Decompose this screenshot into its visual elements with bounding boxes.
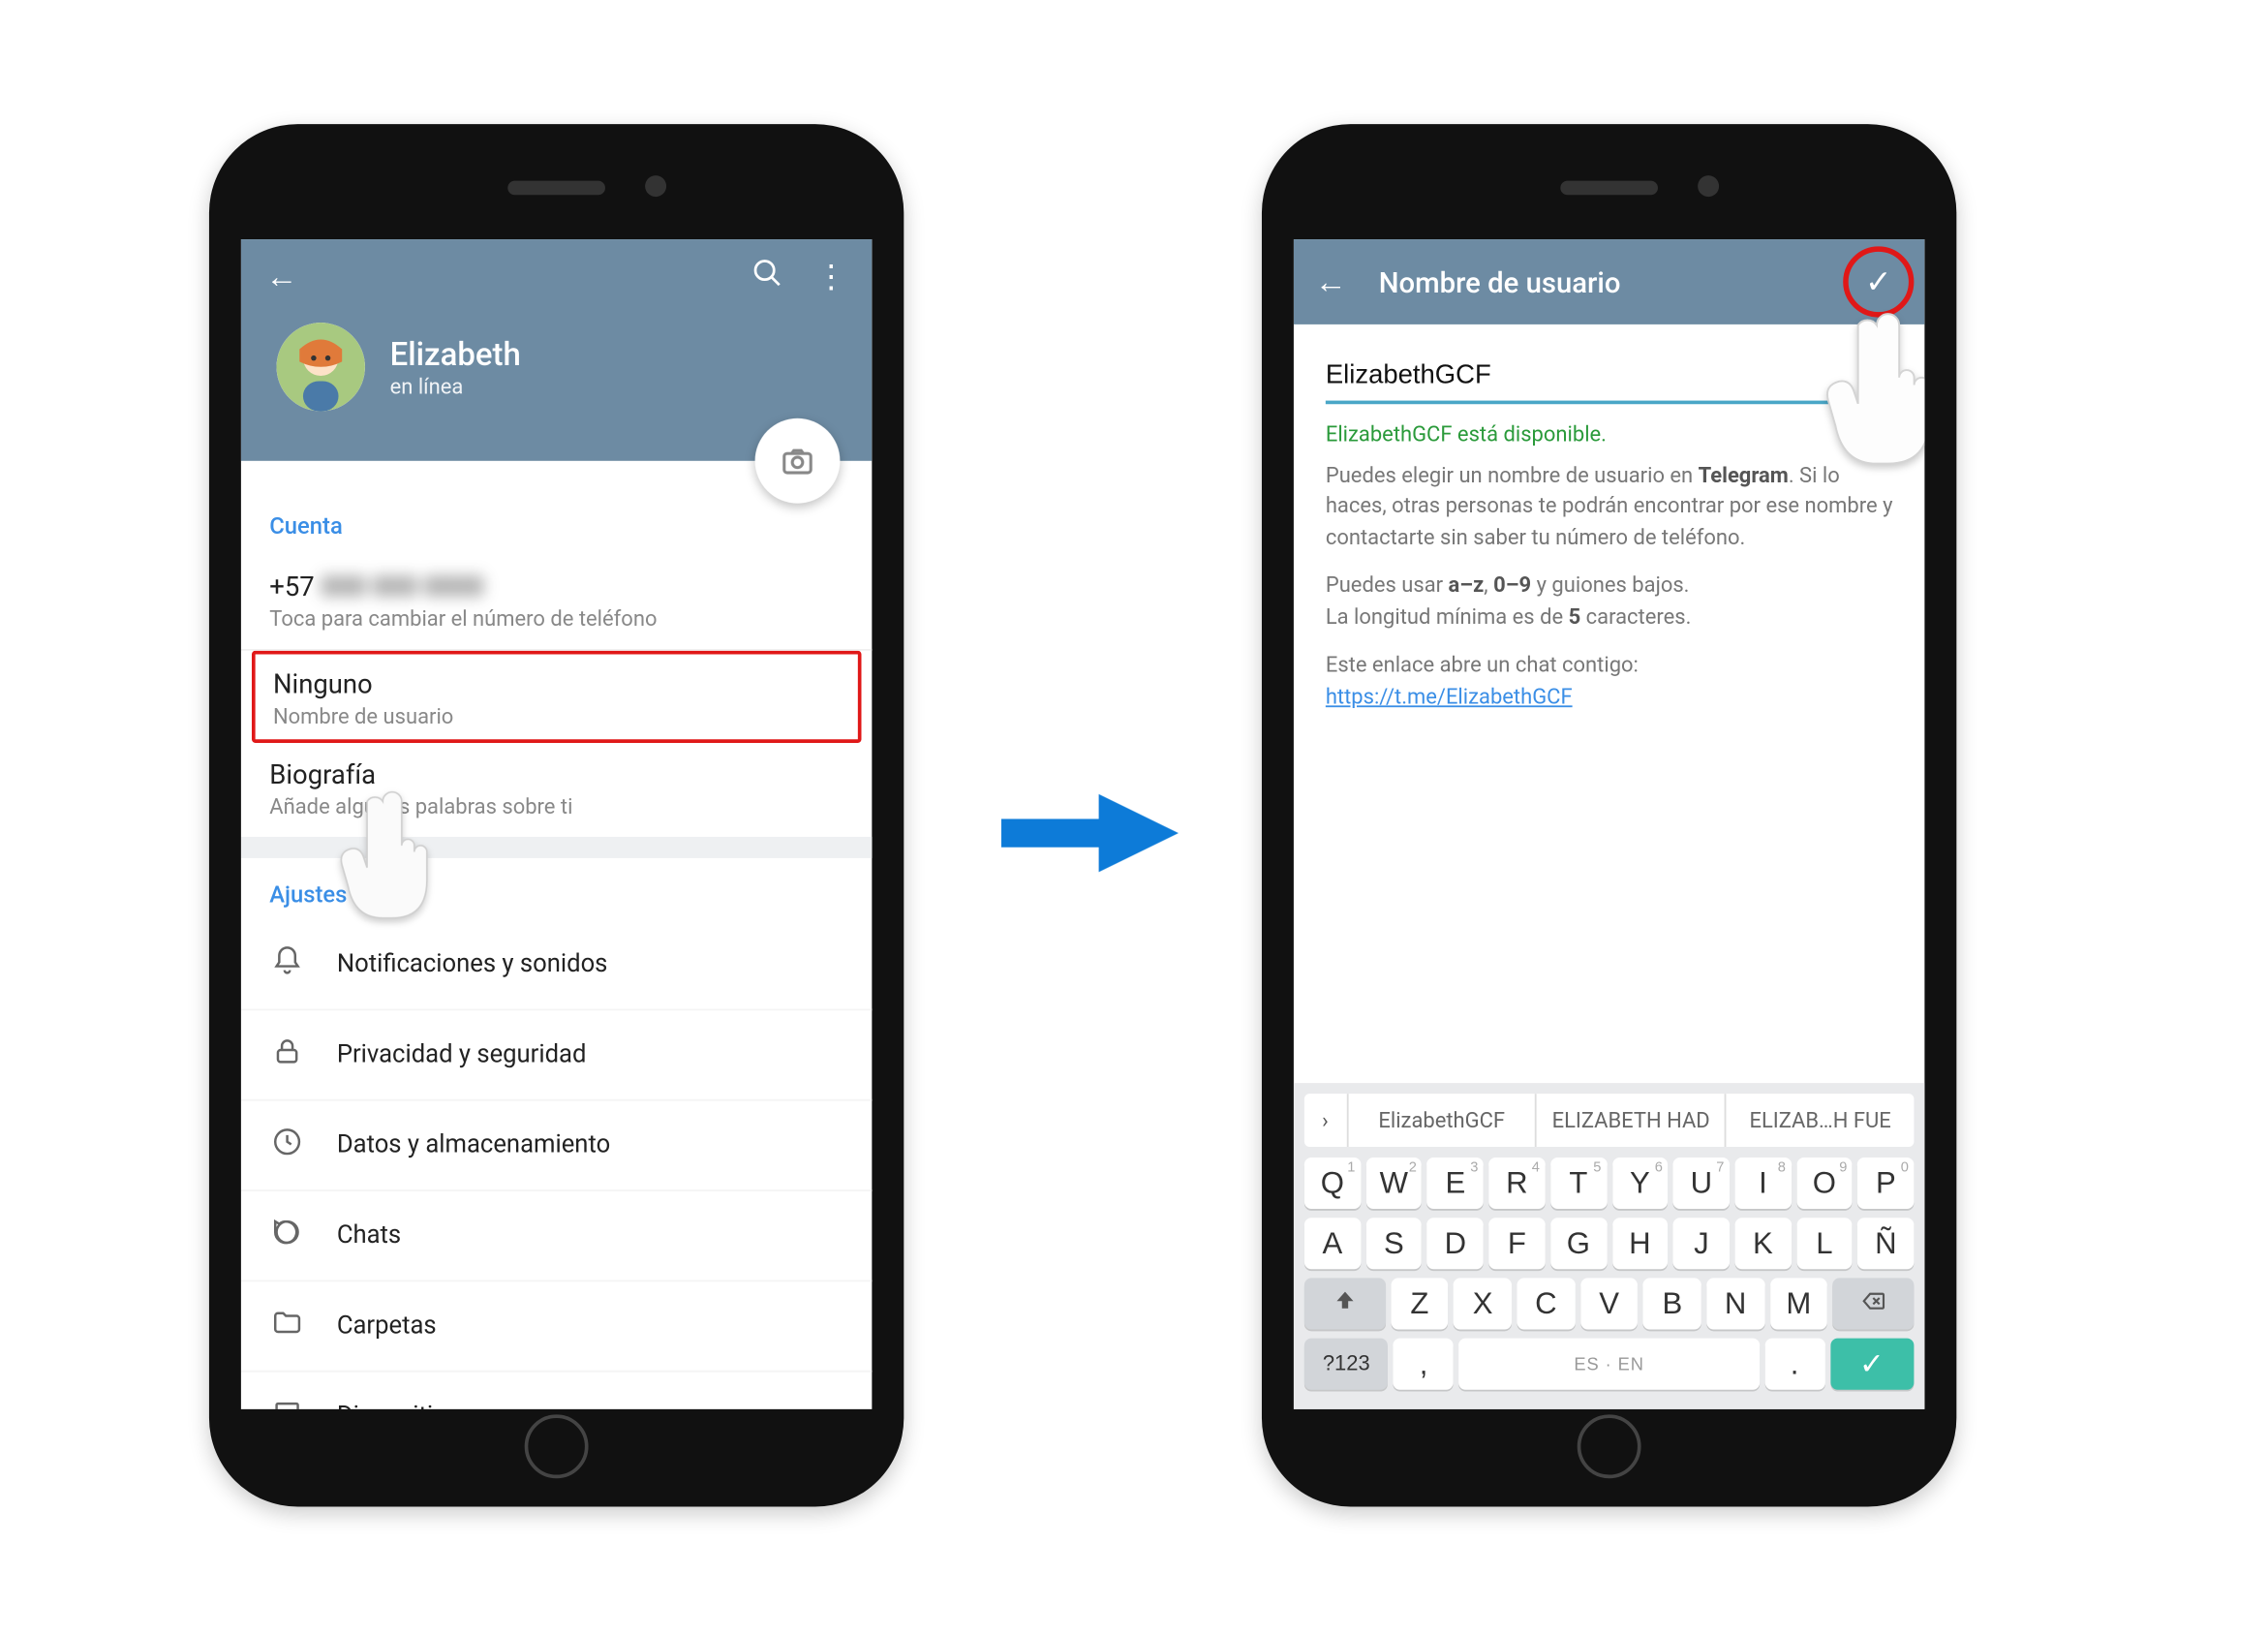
key-V[interactable]: V <box>1580 1278 1639 1329</box>
profile-link[interactable]: https://t.me/ElizabethGCF <box>1326 685 1573 710</box>
key-F[interactable]: F <box>1488 1218 1545 1269</box>
profile-header: ← ⋮ <box>241 239 872 461</box>
key-O[interactable]: 9O <box>1796 1158 1853 1209</box>
key-B[interactable]: B <box>1643 1278 1701 1329</box>
key-Ñ[interactable]: Ñ <box>1857 1218 1914 1269</box>
phone-row[interactable]: +57 000 000 0000 Toca para cambiar el nú… <box>241 551 872 650</box>
key-K[interactable]: K <box>1734 1218 1791 1269</box>
key-numbers[interactable]: ?123 <box>1304 1339 1389 1390</box>
key-R[interactable]: 4R <box>1488 1158 1545 1209</box>
key-H[interactable]: H <box>1611 1218 1668 1269</box>
link-intro: Este enlace abre un chat contigo: <box>1326 651 1893 682</box>
back-arrow-icon[interactable]: ← <box>266 259 298 295</box>
key-U[interactable]: 7U <box>1673 1158 1730 1209</box>
settings-label: Notificaciones y sonidos <box>337 950 608 978</box>
suggestion-1[interactable]: ElizabethGCF <box>1348 1094 1537 1147</box>
settings-label: Chats <box>337 1221 401 1250</box>
bio-row[interactable]: Biografía Añade algunas palabras sobre t… <box>241 741 872 837</box>
key-L[interactable]: L <box>1796 1218 1853 1269</box>
section-settings: Ajustes <box>241 858 872 920</box>
key-M[interactable]: M <box>1770 1278 1828 1329</box>
settings-label: Carpetas <box>337 1312 437 1340</box>
bio-value: Biografía <box>269 758 843 790</box>
settings-label: Datos y almacenamiento <box>337 1131 610 1159</box>
key-I[interactable]: 8I <box>1734 1158 1791 1209</box>
settings-row[interactable]: Dispositivos <box>241 1372 872 1408</box>
avatar[interactable] <box>276 323 365 412</box>
settings-row[interactable]: Carpetas <box>241 1281 872 1372</box>
back-arrow-icon[interactable]: ← <box>1315 263 1347 300</box>
availability-text: ElizabethGCF está disponible. <box>1326 422 1893 448</box>
key-period[interactable]: . <box>1764 1339 1824 1390</box>
folder-icon <box>269 1307 305 1345</box>
key-X[interactable]: X <box>1454 1278 1512 1329</box>
help-paragraph-2: Puedes usar a–z, 0–9 y guiones bajos. La… <box>1326 571 1893 633</box>
key-space[interactable]: ES · EN <box>1459 1339 1760 1390</box>
username-input[interactable] <box>1326 353 1893 404</box>
profile-name: Elizabeth <box>390 336 521 373</box>
key-shift[interactable] <box>1304 1278 1386 1329</box>
key-T[interactable]: 5T <box>1550 1158 1607 1209</box>
username-value: Ninguno <box>273 668 841 700</box>
bio-sublabel: Añade algunas palabras sobre ti <box>269 794 843 819</box>
key-G[interactable]: G <box>1550 1218 1607 1269</box>
search-icon[interactable] <box>751 257 783 297</box>
profile-status: en línea <box>390 373 521 398</box>
laptop-icon <box>269 1397 305 1409</box>
key-D[interactable]: D <box>1427 1218 1484 1269</box>
key-Y[interactable]: 6Y <box>1611 1158 1668 1209</box>
key-backspace[interactable] <box>1833 1278 1915 1329</box>
phone-right: ← Nombre de usuario ✓ ElizabethGCF está … <box>1262 124 1956 1506</box>
bell-icon <box>269 944 305 983</box>
username-header: ← Nombre de usuario ✓ <box>1294 239 1924 324</box>
suggestion-3[interactable]: ELIZAB…H FUE <box>1727 1094 1915 1147</box>
settings-row[interactable]: Datos y almacenamiento <box>241 1100 872 1190</box>
key-A[interactable]: A <box>1304 1218 1361 1269</box>
keyboard: › ElizabethGCF ELIZABETH HAD ELIZAB…H FU… <box>1294 1083 1924 1409</box>
username-sublabel: Nombre de usuario <box>273 704 841 729</box>
key-P[interactable]: 0P <box>1857 1158 1914 1209</box>
clock-icon <box>269 1126 305 1164</box>
suggestion-bar: › ElizabethGCF ELIZABETH HAD ELIZAB…H FU… <box>1304 1094 1915 1147</box>
page-title: Nombre de usuario <box>1379 265 1621 299</box>
key-comma[interactable]: , <box>1394 1339 1454 1390</box>
suggestion-expand-icon[interactable]: › <box>1304 1094 1348 1147</box>
phone-left: ← ⋮ <box>209 124 904 1506</box>
phone-sublabel: Toca para cambiar el número de teléfono <box>269 606 843 632</box>
suggestion-2[interactable]: ELIZABETH HAD <box>1537 1094 1726 1147</box>
chat-icon <box>269 1216 305 1254</box>
key-W[interactable]: 2W <box>1365 1158 1422 1209</box>
lock-icon <box>269 1035 305 1074</box>
key-Q[interactable]: 1Q <box>1304 1158 1361 1209</box>
settings-row[interactable]: Privacidad y seguridad <box>241 1010 872 1100</box>
key-E[interactable]: 3E <box>1427 1158 1484 1209</box>
settings-label: Dispositivos <box>337 1403 472 1409</box>
key-J[interactable]: J <box>1673 1218 1730 1269</box>
help-paragraph-1: Puedes elegir un nombre de usuario en Te… <box>1326 461 1893 553</box>
settings-label: Privacidad y seguridad <box>337 1040 587 1068</box>
key-enter[interactable]: ✓ <box>1830 1339 1915 1390</box>
more-icon[interactable]: ⋮ <box>815 259 847 295</box>
username-row[interactable]: Ninguno Nombre de usuario <box>252 651 862 743</box>
checkmark-icon[interactable]: ✓ <box>1865 263 1892 300</box>
key-S[interactable]: S <box>1365 1218 1422 1269</box>
transition-arrow-icon <box>993 780 1187 893</box>
camera-fab[interactable] <box>755 418 841 504</box>
key-N[interactable]: N <box>1706 1278 1764 1329</box>
confirm-highlight: ✓ <box>1843 246 1914 317</box>
settings-row[interactable]: Chats <box>241 1191 872 1281</box>
settings-row[interactable]: Notificaciones y sonidos <box>241 920 872 1010</box>
key-Z[interactable]: Z <box>1391 1278 1449 1329</box>
key-C[interactable]: C <box>1517 1278 1576 1329</box>
